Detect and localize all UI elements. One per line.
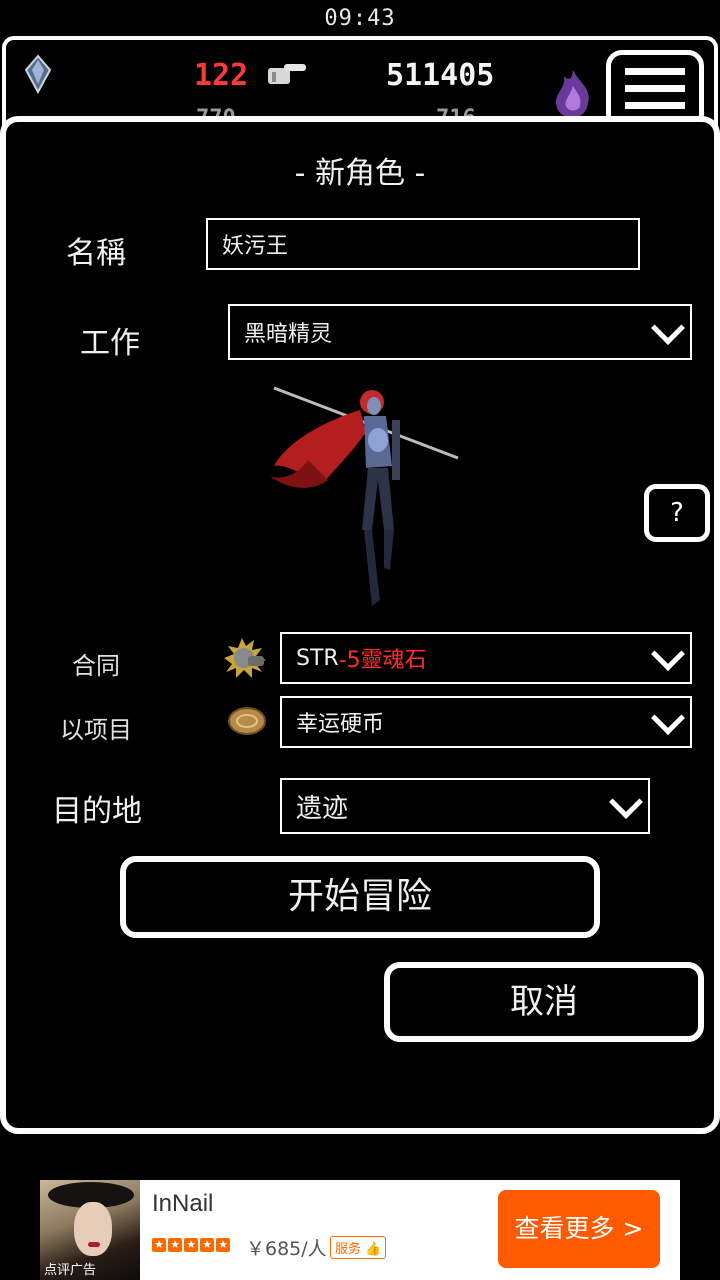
contract-label: 合同 — [72, 652, 120, 680]
destination-select[interactable]: 遗迹 — [280, 778, 650, 834]
dark-elf-character-sprite — [270, 386, 459, 606]
contract-value-prefix: STR — [296, 645, 339, 671]
ad-banner[interactable]: 点评广告 InNail ★ ★ ★ ★ ★ ￥685/人 服务 👍 查看更多 > — [40, 1180, 680, 1280]
ad-name: InNail — [152, 1190, 214, 1217]
destination-value: 遗迹 — [296, 793, 349, 824]
item-select[interactable]: 幸运硬币 — [280, 696, 692, 748]
start-adventure-button[interactable]: 开始冒险 — [120, 856, 600, 938]
spiked-mace-icon — [224, 638, 266, 678]
name-value: 妖污王 — [222, 234, 289, 259]
star-icon: ★ — [152, 1238, 166, 1252]
name-label: 名稱 — [66, 236, 126, 271]
contract-select[interactable]: STR -5靈魂石 — [280, 632, 692, 684]
ad-price: ￥685/人 — [246, 1238, 327, 1260]
rating-stars: ★ ★ ★ ★ ★ — [152, 1238, 230, 1252]
name-input[interactable]: 妖污王 — [206, 218, 640, 270]
cancel-button[interactable]: 取消 — [384, 962, 704, 1042]
ad-tag: 点评广告 — [44, 1263, 97, 1278]
star-icon: ★ — [168, 1238, 182, 1252]
help-button[interactable]: ? — [644, 484, 710, 542]
chevron-down-icon — [651, 311, 685, 345]
job-label: 工作 — [80, 326, 140, 361]
gold-count: 511405 — [386, 58, 495, 93]
thumbs-up-icon: 👍 — [365, 1242, 382, 1257]
job-value: 黑暗精灵 — [244, 322, 333, 347]
star-icon: ★ — [216, 1238, 230, 1252]
item-value: 幸运硬币 — [296, 712, 385, 737]
destination-label: 目的地 — [52, 794, 142, 829]
contract-value-suffix: -5靈魂石 — [338, 648, 427, 673]
job-select[interactable]: 黑暗精灵 — [228, 304, 692, 360]
item-label: 以项目 — [60, 716, 132, 744]
chevron-down-icon — [651, 637, 685, 671]
pointing-hand-icon — [268, 64, 306, 84]
star-icon: ★ — [184, 1238, 198, 1252]
crystal-icon — [24, 54, 52, 94]
chevron-down-icon — [651, 701, 685, 735]
menu-icon — [625, 68, 685, 75]
gems-count: 122 — [194, 58, 249, 93]
lucky-coin-icon — [228, 707, 266, 735]
ad-service-badge: 服务 👍 — [330, 1236, 387, 1259]
dialog-title: - 新角色 - — [294, 156, 426, 191]
purple-flame-icon — [556, 70, 589, 118]
star-icon: ★ — [200, 1238, 214, 1252]
new-character-dialog: - 新角色 - 名稱 妖污王 工作 黑暗精灵 ? 合同 STR -5靈魂石 以项目 — [0, 116, 720, 1134]
ad-cta-button[interactable]: 查看更多 > — [498, 1190, 660, 1268]
chevron-down-icon — [609, 785, 643, 819]
status-time: 09:43 — [324, 6, 396, 31]
ad-image: 点评广告 — [40, 1180, 140, 1280]
